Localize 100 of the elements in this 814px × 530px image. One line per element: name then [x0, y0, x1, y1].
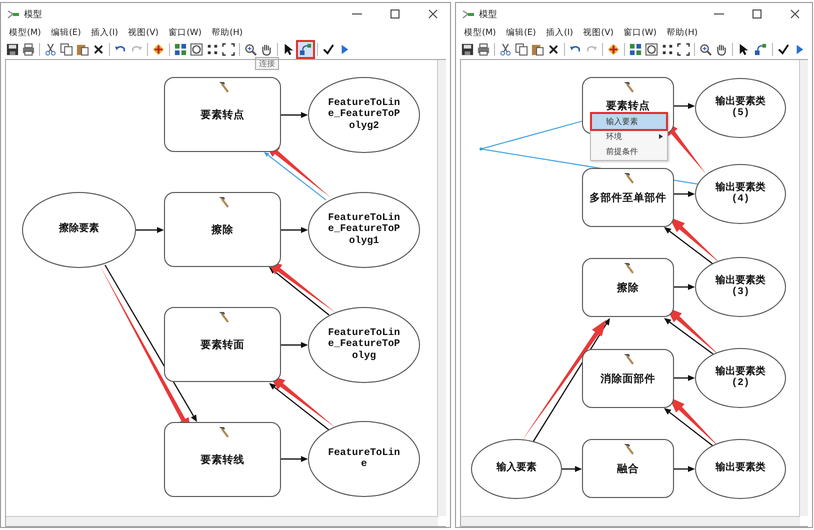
- full-extent-icon[interactable]: [190, 42, 203, 56]
- maximize-icon[interactable]: [752, 9, 762, 19]
- tool-node[interactable]: 要素转面: [164, 307, 281, 382]
- paste-icon[interactable]: [76, 42, 89, 56]
- tool-node[interactable]: 多部件至单部件: [582, 168, 674, 227]
- data-node[interactable]: 输出要素类 (4): [695, 164, 786, 224]
- menu-item[interactable]: 帮助(H): [666, 26, 698, 38]
- menu-item[interactable]: 视图(V): [583, 26, 614, 38]
- menu-item[interactable]: 插入(I): [546, 26, 574, 38]
- context-menu-item[interactable]: 输入要素: [592, 114, 666, 129]
- print-icon[interactable]: [22, 42, 35, 56]
- node-label: 要素转面: [200, 338, 244, 352]
- tool-node[interactable]: 融合: [582, 439, 674, 498]
- data-node[interactable]: 擦除要素: [22, 192, 136, 268]
- node-label: 要素转点: [200, 108, 244, 122]
- connector-arrow: [281, 112, 308, 118]
- node-label: 擦除: [212, 222, 234, 236]
- submenu-arrow-icon: [659, 134, 663, 139]
- node-label: 擦除要素: [58, 224, 100, 236]
- connector-arrow: [264, 152, 326, 200]
- scissors-icon[interactable]: [499, 42, 512, 56]
- node-label: 要素转线: [200, 452, 244, 466]
- validate-icon[interactable]: [777, 42, 790, 56]
- grid-icon[interactable]: [174, 42, 187, 56]
- scrollbar[interactable]: [799, 60, 808, 516]
- data-node[interactable]: 输出要素类: [695, 439, 786, 499]
- model-icon: [7, 10, 20, 18]
- menu-item[interactable]: 窗口(W): [624, 26, 657, 38]
- add-data-icon[interactable]: [607, 42, 620, 56]
- connector-arrow: [674, 375, 695, 381]
- save-icon[interactable]: [6, 42, 19, 56]
- connector-arrow: [664, 227, 714, 264]
- node-label: 多部件至单部件: [590, 190, 666, 204]
- node-label: 输出要素类 (5): [714, 96, 766, 120]
- pointer-icon[interactable]: [282, 42, 295, 56]
- data-node[interactable]: 输出要素类 (2): [695, 348, 786, 408]
- connector-arrow: [269, 383, 330, 430]
- scrollbar[interactable]: [6, 516, 438, 526]
- data-node[interactable]: FeatureToLine_FeatureToPolyg2: [308, 77, 420, 153]
- connector-arrow: [281, 342, 308, 348]
- data-node[interactable]: 输出要素类 (3): [695, 257, 786, 317]
- paste-icon[interactable]: [531, 42, 544, 56]
- maximize-icon[interactable]: [390, 9, 400, 19]
- connector-arrow: [664, 408, 714, 446]
- pointer-icon[interactable]: [737, 42, 750, 56]
- menu-item[interactable]: 编辑(E): [506, 26, 536, 38]
- menu-item[interactable]: 视图(V): [128, 26, 159, 38]
- data-node[interactable]: 输出要素类 (5): [695, 78, 786, 138]
- delete-icon[interactable]: [92, 42, 105, 56]
- menu-item[interactable]: 模型(M): [9, 26, 41, 38]
- node-label: 擦除: [617, 280, 639, 294]
- tool-node[interactable]: 擦除: [164, 192, 281, 267]
- data-node[interactable]: FeatureToLine_FeatureToPolyg: [308, 307, 420, 383]
- close-icon[interactable]: [790, 9, 800, 19]
- node-label: 输入要素: [495, 463, 538, 475]
- data-node[interactable]: FeatureToLine_FeatureToPolyg1: [308, 192, 420, 268]
- menu-item[interactable]: 帮助(H): [212, 26, 243, 38]
- hand-icon[interactable]: [715, 42, 728, 56]
- node-label: FeatureToLine: [328, 448, 400, 470]
- close-icon[interactable]: [428, 9, 438, 19]
- model-icon: [462, 10, 475, 18]
- connector-arrow: [674, 466, 695, 472]
- copy-icon[interactable]: [515, 42, 528, 56]
- tooltip: 连接: [255, 57, 279, 70]
- scissors-icon[interactable]: [44, 42, 57, 56]
- zoom-in-icon[interactable]: [244, 42, 257, 56]
- tool-node[interactable]: 消除面部件: [582, 349, 674, 408]
- hand-icon[interactable]: [260, 42, 273, 56]
- menu-item[interactable]: 编辑(E): [50, 26, 81, 38]
- connector-arrow: [136, 227, 164, 233]
- menu-item[interactable]: 窗口(W): [168, 26, 202, 38]
- add-data-icon[interactable]: [152, 42, 165, 56]
- save-icon[interactable]: [461, 42, 474, 56]
- validate-icon[interactable]: [322, 42, 335, 56]
- menu-item[interactable]: 模型(M): [464, 26, 496, 38]
- scrollbar[interactable]: [437, 60, 446, 516]
- node-label: 输出要素类: [714, 463, 766, 475]
- context-menu-item[interactable]: 前提条件: [592, 144, 666, 159]
- connector-arrow: [674, 191, 695, 197]
- grid-icon[interactable]: [629, 42, 642, 56]
- scrollbar[interactable]: [461, 516, 800, 526]
- menu-item[interactable]: 插入(I): [90, 26, 118, 38]
- tool-node[interactable]: 要素转点: [164, 77, 281, 152]
- window-title: 模型: [24, 8, 43, 20]
- zoom-in-icon[interactable]: [699, 42, 712, 56]
- connector-arrow: [664, 318, 714, 354]
- print-icon[interactable]: [477, 42, 490, 56]
- node-label: 输出要素类 (4): [714, 182, 766, 206]
- connector-arrow: [674, 103, 695, 109]
- connector-arrow: [562, 466, 582, 472]
- node-label: 融合: [617, 462, 639, 476]
- node-label: 消除面部件: [600, 372, 656, 386]
- node-label: FeatureToLine_FeatureToPolyg1: [328, 212, 400, 248]
- copy-icon[interactable]: [60, 42, 73, 56]
- data-node[interactable]: 输入要素: [471, 439, 562, 499]
- tool-node[interactable]: 要素转线: [164, 422, 281, 497]
- data-node[interactable]: FeatureToLine: [308, 421, 420, 497]
- tool-node[interactable]: 擦除: [582, 258, 674, 317]
- delete-icon[interactable]: [547, 42, 560, 56]
- full-extent-icon[interactable]: [645, 42, 658, 56]
